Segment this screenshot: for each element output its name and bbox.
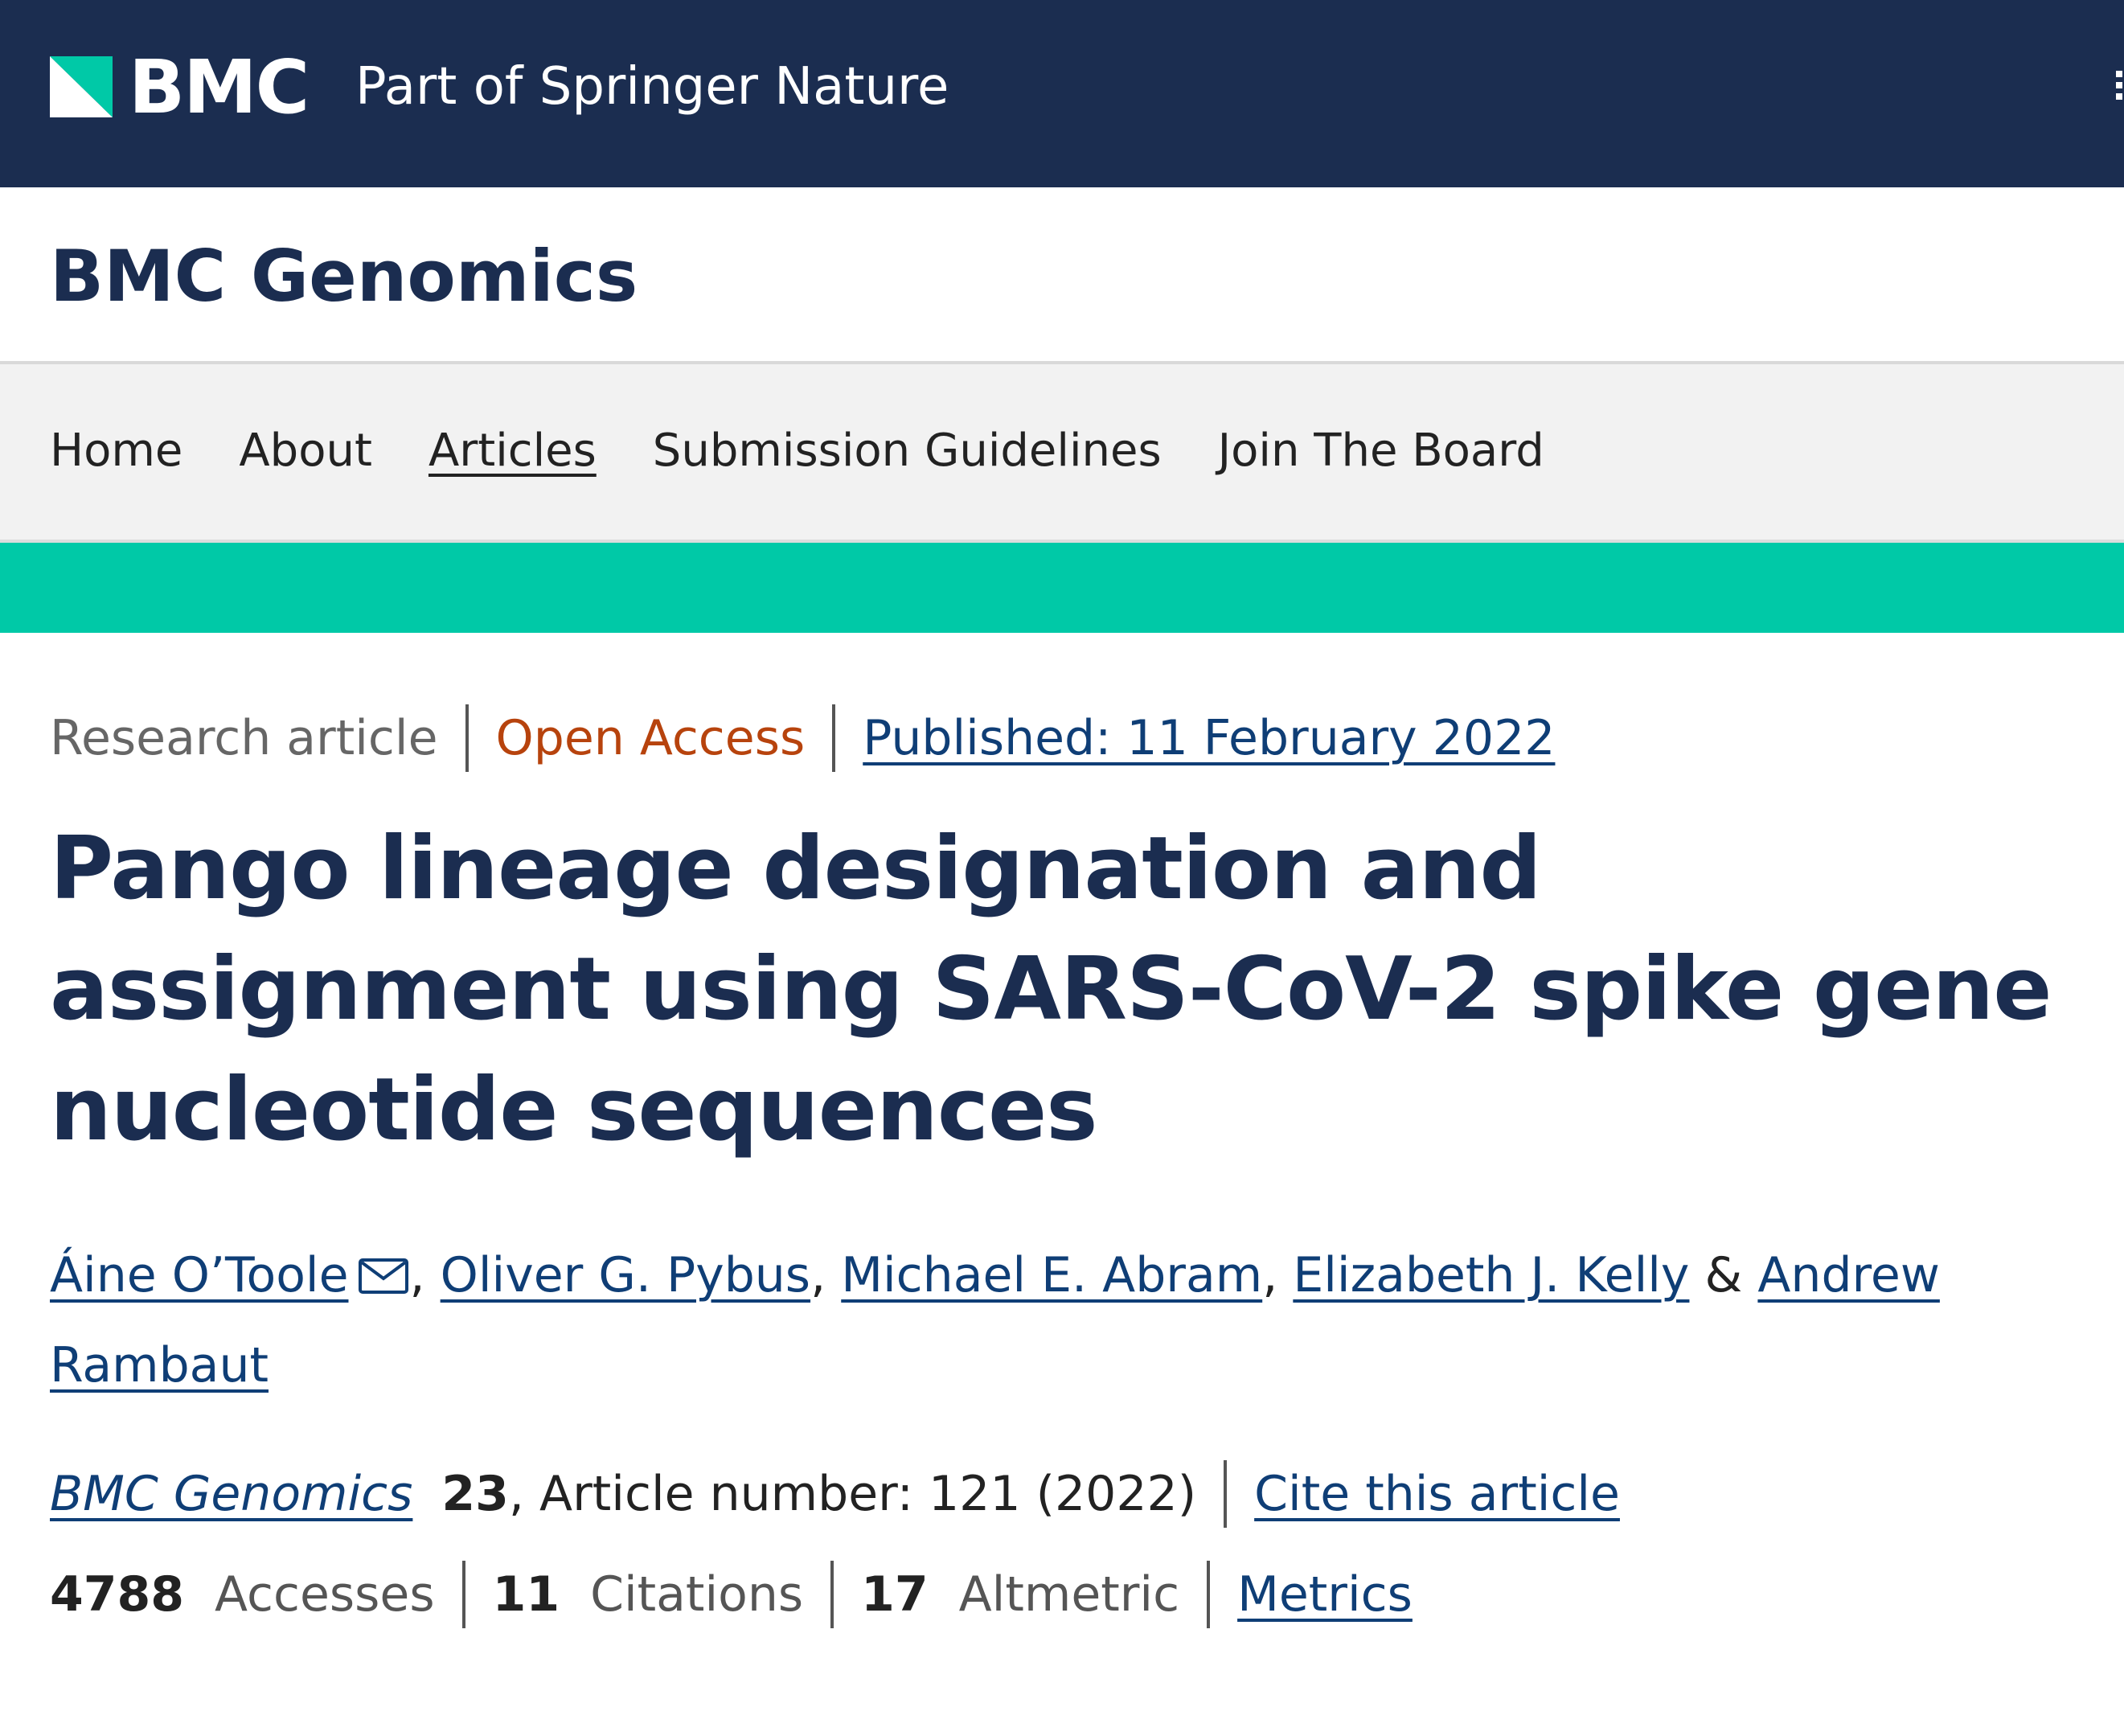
divider [832, 704, 836, 772]
published-date-link[interactable]: Published: 11 February 2022 [863, 706, 1555, 770]
article-title: Pango lineage designation and assignment… [50, 819, 2052, 1160]
author-link[interactable]: Áine O’Toole [50, 1247, 348, 1303]
divider [1207, 1561, 1211, 1628]
author-link[interactable]: Michael E. Abram [841, 1247, 1262, 1303]
metrics-link[interactable]: Metrics [1237, 1562, 1413, 1627]
citations-count: 11 [492, 1566, 560, 1623]
accent-stripe [0, 543, 2124, 633]
citation-volume: 23 [441, 1466, 509, 1522]
menu-icon[interactable] [2113, 71, 2124, 103]
citation-journal-link[interactable]: BMC Genomics [50, 1462, 412, 1526]
author-separator: , [810, 1247, 842, 1303]
author-separator: , [1262, 1247, 1294, 1303]
metrics-line: 4788 Accesses 11 Citations 17 Altmetric … [50, 1561, 1413, 1628]
citation-line: BMC Genomics 23 , Article number: 121 (2… [50, 1460, 1620, 1528]
article-type: Research article [50, 710, 438, 766]
citation-article-number: , Article number: 121 (2022) [508, 1466, 1197, 1522]
divider [830, 1561, 834, 1628]
divider [1224, 1460, 1228, 1528]
nav-item-join-the-board[interactable]: Join The Board [1218, 425, 1544, 477]
article-meta: Research article Open Access Published: … [50, 704, 1555, 772]
nav-item-articles[interactable]: Articles [428, 425, 597, 477]
brand-bar: BMC Part of Springer Nature [0, 0, 2124, 187]
divider [465, 704, 469, 772]
journal-nav: Home About Articles Submission Guideline… [0, 364, 2124, 543]
accesses-count: 4788 [50, 1566, 184, 1623]
author-separator: & [1689, 1247, 1758, 1303]
open-access-badge: Open Access [495, 710, 806, 766]
author-separator: , [409, 1247, 441, 1303]
journal-header: BMC Genomics [0, 187, 2124, 364]
cite-this-article-link[interactable]: Cite this article [1254, 1462, 1620, 1526]
mail-icon[interactable] [358, 1258, 409, 1295]
nav-item-home[interactable]: Home [50, 425, 182, 477]
brand-tagline[interactable]: Part of Springer Nature [355, 55, 949, 119]
nav-list: Home About Articles Submission Guideline… [50, 422, 1544, 480]
altmetric-label: Altmetric [958, 1566, 1180, 1623]
altmetric-score: 17 [861, 1566, 929, 1623]
author-link[interactable]: Oliver G. Pybus [441, 1247, 810, 1303]
journal-title[interactable]: BMC Genomics [50, 232, 638, 321]
citations-label: Citations [590, 1566, 804, 1623]
bmc-logo-mark-icon[interactable] [50, 56, 113, 117]
author-list: Áine O’Toole, Oliver G. Pybus, Michael E… [50, 1230, 2060, 1410]
author-link[interactable]: Elizabeth J. Kelly [1293, 1247, 1689, 1303]
nav-item-submission-guidelines[interactable]: Submission Guidelines [653, 425, 1162, 477]
accesses-label: Accesses [215, 1566, 435, 1623]
brand-name[interactable]: BMC [129, 43, 310, 132]
divider [461, 1561, 465, 1628]
nav-item-about[interactable]: About [239, 425, 372, 477]
